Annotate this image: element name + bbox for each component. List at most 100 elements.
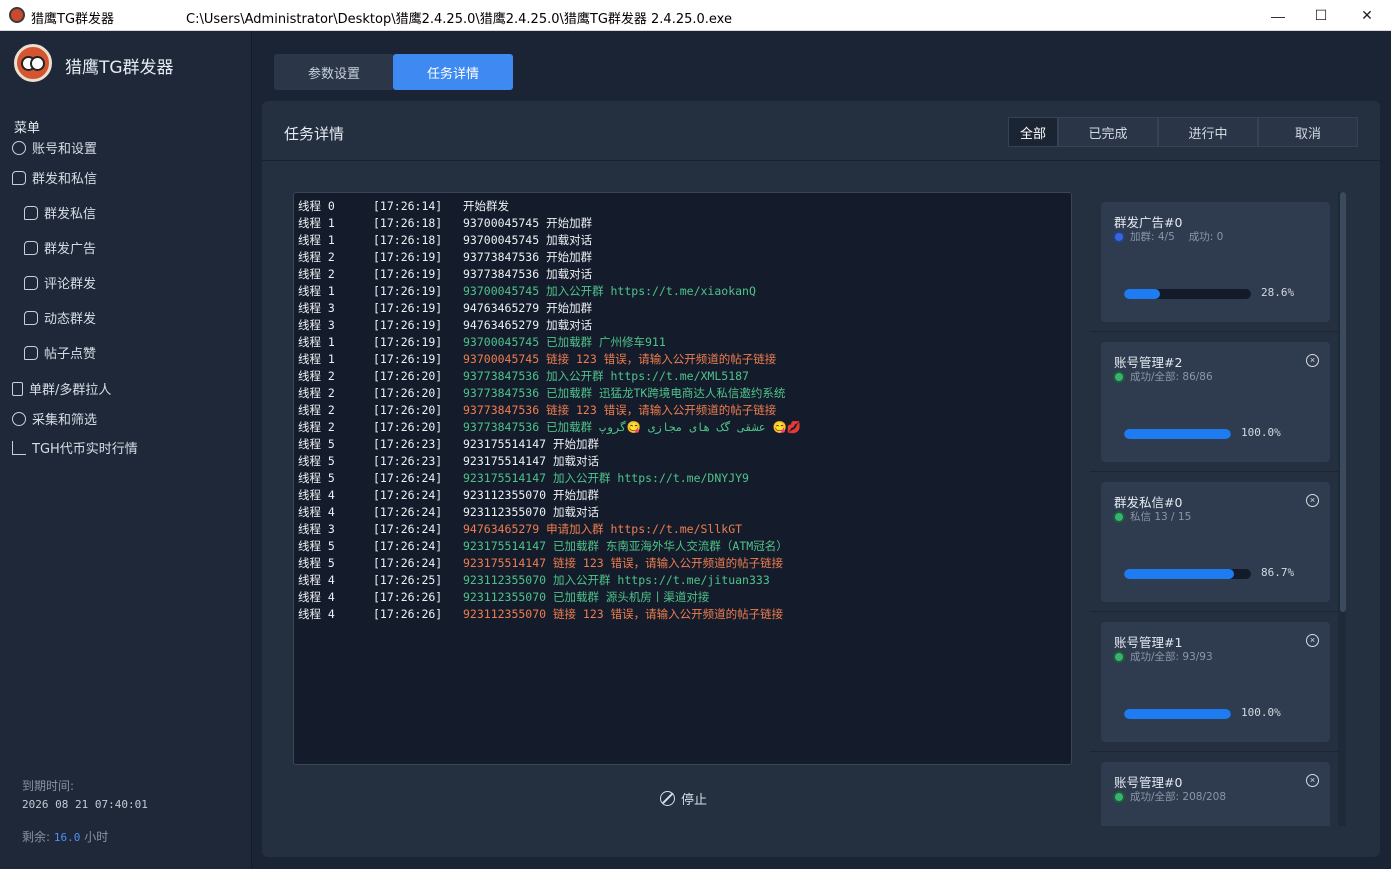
- sidebar-item-mass-dm[interactable]: 群发私信: [24, 203, 96, 222]
- sidebar-item-story-broadcast[interactable]: 动态群发: [24, 308, 96, 327]
- status-dot-icon: [1115, 512, 1123, 521]
- remaining-time: 剩余: 16.0 小时: [22, 828, 108, 845]
- filter-in-progress-button[interactable]: 进行中: [1158, 117, 1258, 147]
- sidebar-item-post-like[interactable]: 帖子点赞: [24, 343, 96, 362]
- sidebar-item-collect-filter[interactable]: 采集和筛选: [12, 409, 97, 428]
- task-card[interactable]: 群发私信#0 私信 13 / 15 × 86.7%: [1101, 482, 1330, 602]
- log-message: 923112355070 开始加群: [463, 488, 600, 502]
- task-stat: 成功/全部: 93/93: [1130, 651, 1213, 663]
- log-line: 线程 3 [17:26:19] 94763465279 开始加群: [298, 300, 1067, 317]
- log-time: [17:26:19]: [373, 318, 443, 332]
- log-thread: 线程 4: [298, 505, 335, 519]
- chat-bubbles-icon: [24, 240, 38, 255]
- log-thread: 线程 2: [298, 369, 335, 383]
- log-message: 93773847536 已加载群 عشقی گک های مجازی 😋گروپ…: [463, 420, 802, 434]
- log-message: 94763465279 开始加群: [463, 301, 593, 315]
- progress-fill: [1124, 289, 1161, 299]
- minimize-button[interactable]: —: [1255, 0, 1301, 31]
- log-time: [17:26:19]: [373, 335, 443, 349]
- log-time: [17:26:23]: [373, 454, 443, 468]
- window-app-name: 猎鹰TG群发器: [31, 12, 115, 27]
- task-card-row: 账号管理#1 成功/全部: 93/93 × 100.0%: [1090, 612, 1340, 752]
- log-line: 线程 1 [17:26:19] 93700045745 加入公开群 https://…: [298, 283, 1067, 300]
- target-icon: [12, 411, 26, 426]
- chat-bubble-icon: [12, 170, 26, 185]
- log-message: 93700045745 加载对话: [463, 233, 593, 247]
- tab-parameters[interactable]: 参数设置: [274, 54, 394, 90]
- log-message: 923112355070 加载对话: [463, 505, 600, 519]
- stop-button[interactable]: 停止: [660, 789, 707, 808]
- tab-task-details[interactable]: 任务详情: [393, 54, 513, 90]
- task-card[interactable]: 群发广告#0 加群: 4/5 成功: 0 28.6%: [1101, 202, 1330, 322]
- task-card[interactable]: 账号管理#2 成功/全部: 86/86 × 100.0%: [1101, 342, 1330, 462]
- log-time: [17:26:20]: [373, 403, 443, 417]
- log-line: 线程 5 [17:26:23] 923175514147 开始加群: [298, 436, 1067, 453]
- task-card[interactable]: 账号管理#0 成功/全部: 208/208 ×: [1101, 762, 1330, 826]
- sidebar-item-group-invite[interactable]: 单群/多群拉人: [12, 379, 111, 398]
- log-message: 93773847536 开始加群: [463, 250, 593, 264]
- chat-bubble-icon: [24, 205, 38, 220]
- task-details-panel: 任务详情 全部 已完成 进行中 取消 线程 0 [17:26:14] 开始群发 线程 …: [262, 101, 1380, 857]
- sidebar-item-account-settings[interactable]: 账号和设置: [12, 138, 97, 157]
- progress-bar: [1124, 429, 1231, 439]
- sidebar-item-label: 群发私信: [44, 207, 97, 222]
- filter-completed-button[interactable]: 已完成: [1058, 117, 1158, 147]
- sidebar-item-broadcast-dm[interactable]: 群发和私信: [12, 168, 97, 187]
- task-card[interactable]: 账号管理#1 成功/全部: 93/93 × 100.0%: [1101, 622, 1330, 742]
- log-message: 93700045745 开始加群: [463, 216, 593, 230]
- log-thread: 线程 5: [298, 556, 335, 570]
- log-message: 93773847536 加载对话: [463, 267, 593, 281]
- log-line: 线程 0 [17:26:14] 开始群发: [298, 198, 1067, 215]
- task-card-row: 群发广告#0 加群: 4/5 成功: 0 28.6%: [1090, 192, 1340, 332]
- task-status: 成功/全部: 86/86: [1115, 369, 1213, 384]
- maximize-button[interactable]: ☐: [1298, 0, 1344, 31]
- log-line: 线程 3 [17:26:19] 94763465279 加载对话: [298, 317, 1067, 334]
- task-stat: 成功: 0: [1188, 231, 1224, 243]
- sidebar-item-label: 动态群发: [44, 312, 97, 327]
- comment-search-icon: [24, 275, 38, 290]
- close-window-button[interactable]: ✕: [1344, 0, 1390, 31]
- log-thread: 线程 3: [298, 301, 335, 315]
- panel-title: 任务详情: [284, 125, 345, 143]
- log-thread: 线程 2: [298, 267, 335, 281]
- sidebar-item-label: 帖子点赞: [44, 347, 97, 362]
- log-thread: 线程 3: [298, 522, 335, 536]
- close-task-icon[interactable]: ×: [1306, 634, 1319, 647]
- log-message: 94763465279 加载对话: [463, 318, 593, 332]
- stop-circle-icon: [660, 791, 675, 806]
- log-output[interactable]: 线程 0 [17:26:14] 开始群发 线程 1 [17:26:18] 93700045…: [293, 192, 1072, 765]
- app-owl-icon: [9, 7, 25, 23]
- sidebar-item-comment-broadcast[interactable]: 评论群发: [24, 273, 96, 292]
- close-task-icon[interactable]: ×: [1306, 354, 1319, 367]
- panel-header: 任务详情 全部 已完成 进行中 取消: [262, 101, 1380, 161]
- chart-icon: [12, 440, 26, 455]
- progress-percent: 100.0%: [1241, 706, 1281, 719]
- task-list-scroll-thumb[interactable]: [1340, 192, 1346, 612]
- status-dot-icon: [1115, 232, 1123, 241]
- log-line: 线程 2 [17:26:19] 93773847536 加载对话: [298, 266, 1067, 283]
- owl-logo-icon: [14, 44, 52, 82]
- filter-all-button[interactable]: 全部: [1008, 117, 1058, 147]
- log-line: 线程 1 [17:26:19] 93700045745 链接 123 错误，请输入公…: [298, 351, 1067, 368]
- task-stat: 成功/全部: 86/86: [1130, 371, 1213, 383]
- task-status: 成功/全部: 208/208: [1115, 789, 1226, 804]
- log-time: [17:26:20]: [373, 420, 443, 434]
- log-thread: 线程 1: [298, 216, 335, 230]
- filter-cancelled-button[interactable]: 取消: [1258, 117, 1358, 147]
- progress-bar: [1124, 709, 1231, 719]
- log-line: 线程 1 [17:26:18] 93700045745 开始加群: [298, 215, 1067, 232]
- log-thread: 线程 5: [298, 539, 335, 553]
- task-status: 私信 13 / 15: [1115, 509, 1191, 524]
- close-task-icon[interactable]: ×: [1306, 494, 1319, 507]
- log-time: [17:26:19]: [373, 267, 443, 281]
- log-thread: 线程 1: [298, 284, 335, 298]
- sidebar-item-label: 账号和设置: [32, 142, 98, 157]
- log-message: 93773847536 链接 123 错误，请输入公开频道的帖子链接: [463, 403, 777, 417]
- log-time: [17:26:25]: [373, 573, 443, 587]
- status-dot-icon: [1115, 372, 1123, 381]
- task-card-list: 群发广告#0 加群: 4/5 成功: 0 28.6% 账号管理#2 成功/全部: 86/8…: [1090, 192, 1340, 826]
- sidebar-item-token-market[interactable]: TGH代币实时行情: [12, 438, 138, 457]
- sidebar-item-label: 采集和筛选: [32, 413, 98, 428]
- sidebar-item-mass-ads[interactable]: 群发广告: [24, 238, 96, 257]
- close-task-icon[interactable]: ×: [1306, 774, 1319, 787]
